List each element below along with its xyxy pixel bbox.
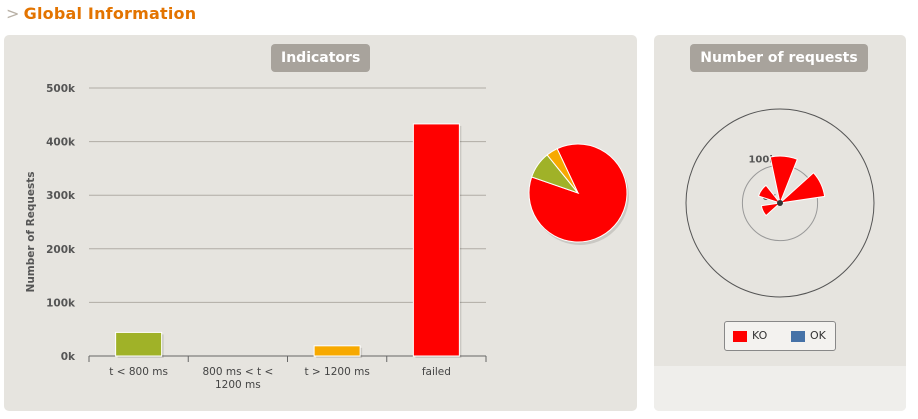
legend-label-ok: OK xyxy=(810,329,826,342)
x-tick-label: 1200 ms xyxy=(215,379,261,391)
x-tick-label: 800 ms < t < xyxy=(202,366,273,378)
x-tick-label: failed xyxy=(422,366,451,378)
requests-panel: Number of requests 0k100k KO OK xyxy=(654,35,906,411)
legend-label-ko: KO xyxy=(752,329,768,342)
legend-item-ok[interactable]: OK xyxy=(791,329,826,342)
legend-item-ko[interactable]: KO xyxy=(733,329,767,342)
x-tick-label: t < 800 ms xyxy=(109,366,168,378)
section-title-text: Global Information xyxy=(23,4,197,23)
y-axis-label: Number of Requests xyxy=(25,172,37,293)
requests-chart: 0k100k xyxy=(685,108,875,298)
bar xyxy=(115,331,163,357)
bar xyxy=(412,123,460,357)
requests-panel-footer xyxy=(654,366,906,411)
y-tick-label: 300k xyxy=(46,190,76,202)
y-tick-label: 200k xyxy=(46,244,76,256)
indicators-chart: 0k 100k 200k 300k 400k 500k Number of Requests… xyxy=(25,83,629,391)
y-tick-label: 400k xyxy=(46,137,76,149)
legend-swatch-ko xyxy=(733,330,747,342)
y-tick-label: 500k xyxy=(46,83,76,95)
legend-swatch-ok xyxy=(791,330,805,342)
polar-bar-ko xyxy=(760,202,782,217)
indicators-panel: Indicators 0k 100k 200k 300k 400k 500k Number … xyxy=(4,35,637,411)
section-arrow: > xyxy=(6,4,20,23)
x-tick-label: t > 1200 ms xyxy=(304,366,369,378)
bar xyxy=(313,345,361,357)
polar-center xyxy=(777,200,783,206)
section-title: > Global Information xyxy=(6,4,196,23)
y-tick-label: 0k xyxy=(61,351,76,363)
requests-legend: KO OK xyxy=(724,321,836,351)
y-tick-label: 100k xyxy=(46,297,76,309)
